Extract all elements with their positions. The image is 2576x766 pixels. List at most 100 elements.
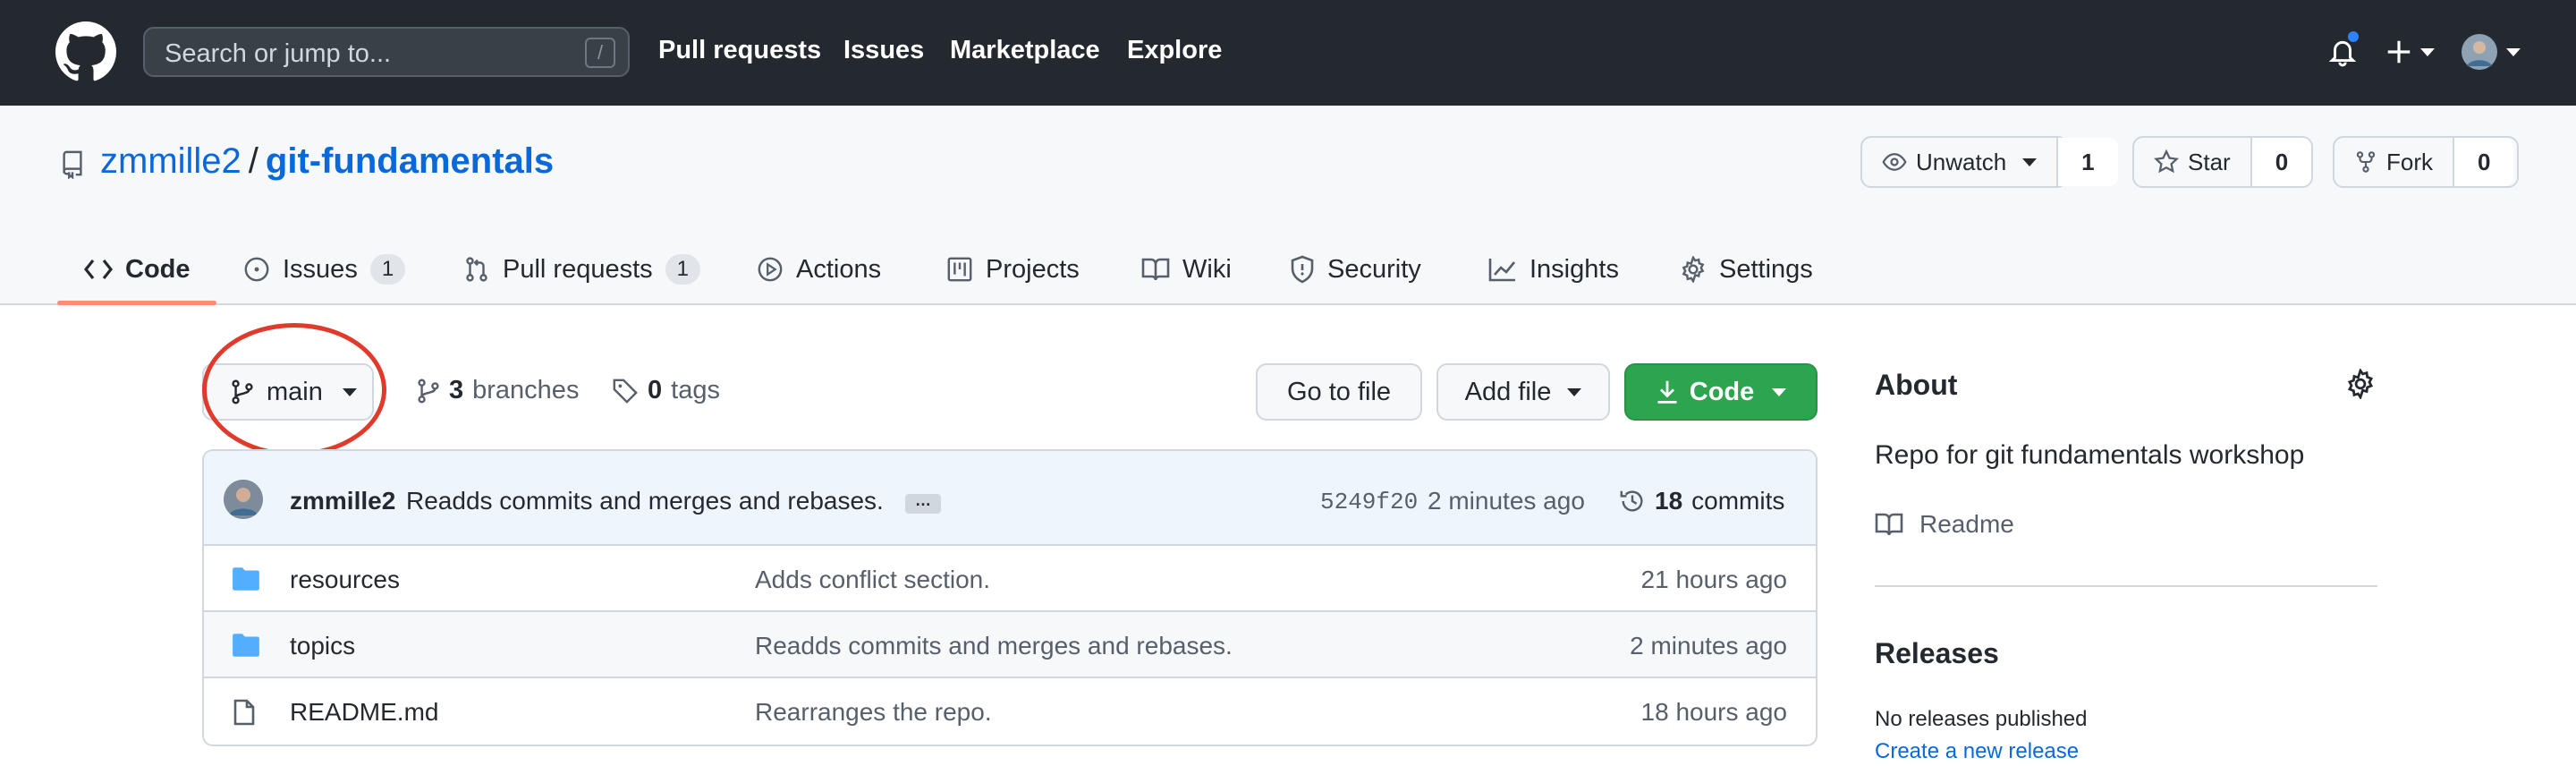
star-count[interactable]: 0 <box>2251 138 2312 186</box>
nav-issues[interactable]: Issues <box>843 36 924 65</box>
file-name-link[interactable]: resources <box>290 566 400 594</box>
commits-label: commits <box>1691 487 1785 515</box>
fork-button[interactable]: Fork <box>2334 138 2454 186</box>
nav-explore[interactable]: Explore <box>1127 36 1222 65</box>
file-commit-time: 18 hours ago <box>1640 698 1787 726</box>
commit-author-link[interactable]: zmmille2 <box>290 487 395 515</box>
chevron-down-icon <box>2420 47 2435 56</box>
tab-settings[interactable]: Settings <box>1680 234 1813 304</box>
code-label: Code <box>1689 377 1755 406</box>
file-commit-message[interactable]: Adds conflict section. <box>755 566 990 594</box>
file-name-link[interactable]: topics <box>290 632 355 660</box>
graph-icon <box>1488 259 1516 282</box>
tab-actions[interactable]: Actions <box>757 234 881 304</box>
watch-button-group: Unwatch 1 <box>1860 136 2118 188</box>
expand-commit-button[interactable]: … <box>905 492 941 514</box>
tab-label: Code <box>125 254 191 284</box>
tab-insights[interactable]: Insights <box>1488 234 1619 304</box>
create-release-link[interactable]: Create a new release <box>1875 739 2079 764</box>
tab-wiki[interactable]: Wiki <box>1141 234 1232 304</box>
tags-link[interactable]: 0 tags <box>612 376 720 405</box>
unwatch-label: Unwatch <box>1916 148 2007 175</box>
releases-heading[interactable]: Releases <box>1875 637 1999 670</box>
folder-icon <box>233 634 259 657</box>
nav-pull-requests[interactable]: Pull requests <box>658 36 821 65</box>
fork-icon <box>2356 151 2376 173</box>
repo-icon <box>63 150 82 179</box>
branches-label: branches <box>472 376 580 404</box>
readme-link[interactable]: Readme <box>1875 510 2014 539</box>
repo-description: Repo for git fundamentals workshop <box>1875 440 2305 470</box>
nav-marketplace[interactable]: Marketplace <box>950 36 1100 65</box>
tab-pull-requests[interactable]: Pull requests 1 <box>463 234 701 304</box>
tab-issues[interactable]: Issues 1 <box>243 234 406 304</box>
chevron-down-icon <box>1567 387 1582 396</box>
tags-count: 0 <box>648 376 663 404</box>
search-input[interactable]: Search or jump to... / <box>143 27 630 77</box>
code-icon <box>84 260 113 279</box>
user-menu[interactable] <box>2462 34 2521 70</box>
book-icon <box>1875 513 1903 536</box>
commit-sha-link[interactable]: 5249f20 <box>1320 489 1418 515</box>
add-file-button[interactable]: Add file <box>1436 363 1610 421</box>
star-button[interactable]: Star <box>2134 138 2252 186</box>
commit-time: 2 minutes ago <box>1428 487 1585 515</box>
global-header: Search or jump to... / Pull requests Iss… <box>0 0 2576 106</box>
gear-icon[interactable] <box>2345 369 2376 399</box>
file-commit-message[interactable]: Rearranges the repo. <box>755 698 992 727</box>
watch-count[interactable]: 1 <box>2058 138 2118 186</box>
tab-label: Issues <box>283 254 358 284</box>
tab-projects[interactable]: Projects <box>946 234 1080 304</box>
annotation-circle <box>202 323 386 456</box>
no-releases-text: No releases published <box>1875 707 2088 731</box>
add-file-label: Add file <box>1464 377 1552 406</box>
tab-label: Wiki <box>1182 254 1232 284</box>
repo-title: zmmille2/git-fundamentals <box>100 141 554 182</box>
pull-request-icon <box>466 257 487 282</box>
file-commit-message[interactable]: Readds commits and merges and rebases. <box>755 632 1233 660</box>
play-icon <box>758 257 783 282</box>
file-commit-time: 2 minutes ago <box>1630 632 1787 660</box>
repo-separator: / <box>248 141 258 181</box>
avatar[interactable] <box>224 480 263 519</box>
plus-icon <box>2387 40 2411 64</box>
commit-message-link[interactable]: Readds commits and merges and rebases. <box>406 487 884 515</box>
file-row[interactable]: resources Adds conflict section. 21 hour… <box>204 546 1816 612</box>
branch-icon <box>418 379 439 403</box>
unwatch-button[interactable]: Unwatch <box>1862 138 2059 186</box>
tab-code[interactable]: Code <box>84 234 191 304</box>
tab-label: Security <box>1327 254 1421 284</box>
create-new-menu[interactable] <box>2386 39 2435 64</box>
github-logo-icon[interactable] <box>55 21 116 82</box>
star-icon <box>2154 149 2179 174</box>
issue-icon <box>244 257 269 282</box>
folder-icon <box>233 567 259 591</box>
star-button-group: Star 0 <box>2132 136 2313 188</box>
chevron-down-icon <box>2506 47 2521 56</box>
shield-icon <box>1291 255 1314 284</box>
go-to-file-label: Go to file <box>1286 377 1392 406</box>
repo-owner-link[interactable]: zmmille2 <box>100 141 242 181</box>
tab-counter: 1 <box>665 254 701 285</box>
sidebar-divider <box>1875 585 2377 587</box>
chevron-down-icon <box>1772 387 1787 396</box>
go-to-file-button[interactable]: Go to file <box>1256 363 1422 421</box>
tag-icon <box>613 379 638 404</box>
branches-count: 3 <box>449 376 464 404</box>
file-name-link[interactable]: README.md <box>290 698 438 727</box>
file-row[interactable]: README.md Rearranges the repo. 18 hours … <box>204 678 1816 745</box>
branches-link[interactable]: 3 branches <box>417 376 579 405</box>
tab-label: Actions <box>796 254 882 284</box>
tags-label: tags <box>671 376 720 404</box>
commits-history-link[interactable]: 18 commits <box>1619 487 1784 515</box>
fork-label: Fork <box>2386 148 2433 175</box>
star-label: Star <box>2188 148 2231 175</box>
file-row[interactable]: topics Readds commits and merges and reb… <box>204 612 1816 678</box>
tab-security[interactable]: Security <box>1290 234 1421 304</box>
repo-name-link[interactable]: git-fundamentals <box>266 141 554 181</box>
fork-count[interactable]: 0 <box>2454 138 2514 186</box>
code-download-button[interactable]: Code <box>1624 363 1818 421</box>
book-icon <box>1141 258 1170 281</box>
gear-icon <box>1682 256 1705 283</box>
latest-commit-bar: zmmille2 Readds commits and merges and r… <box>204 451 1816 546</box>
